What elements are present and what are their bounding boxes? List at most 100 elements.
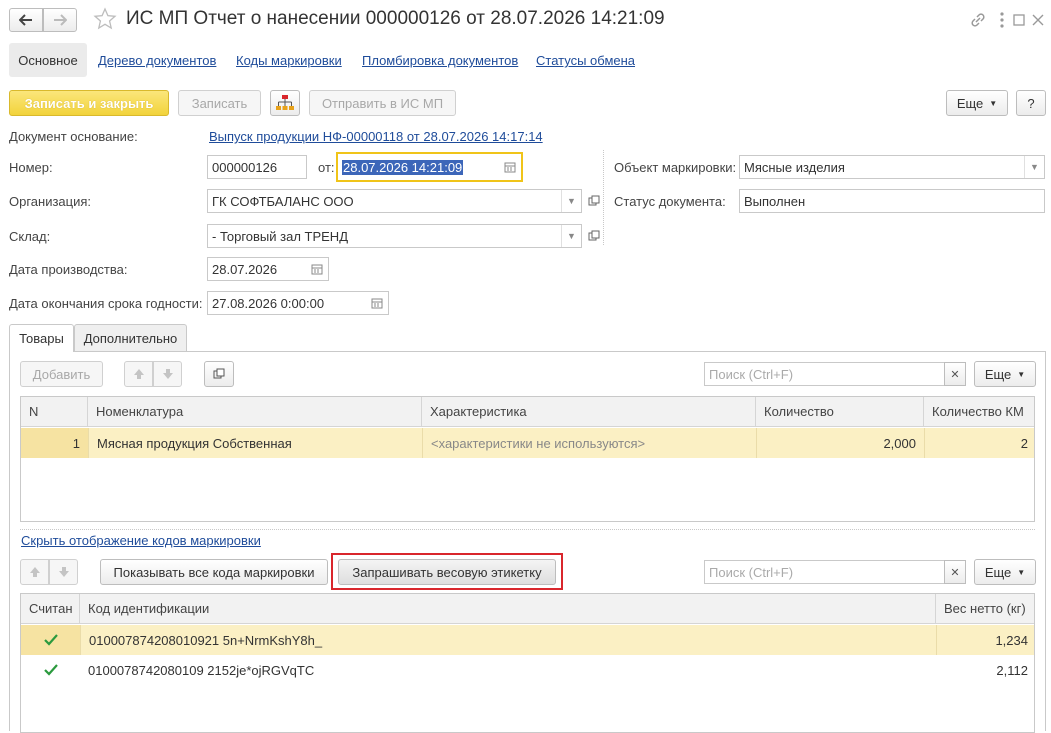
goods-table: N Номенклатура Характеристика Количество… xyxy=(20,396,1035,522)
add-button[interactable]: Добавить xyxy=(20,361,103,387)
col-quantity[interactable]: Количество xyxy=(756,397,924,426)
status-field: Выполнен xyxy=(739,189,1045,213)
codes-move-down-button[interactable] xyxy=(49,559,78,585)
forward-button[interactable] xyxy=(43,8,77,32)
prod-date-label: Дата производства: xyxy=(9,262,128,277)
warehouse-field[interactable]: - Торговый зал ТРЕНД ▼ xyxy=(207,224,582,248)
save-and-close-button[interactable]: Записать и закрыть xyxy=(9,90,169,116)
expiry-field[interactable]: 27.08.2026 0:00:00 xyxy=(207,291,389,315)
back-button[interactable] xyxy=(9,8,43,32)
help-button[interactable]: ? xyxy=(1016,90,1046,116)
show-all-codes-button[interactable]: Показывать все кода маркировки xyxy=(100,559,328,585)
chevron-down-icon: ▼ xyxy=(989,98,998,108)
chevron-down-icon: ▼ xyxy=(1017,369,1026,379)
warehouse-value: - Торговый зал ТРЕНД xyxy=(212,228,348,244)
link-icon[interactable] xyxy=(968,10,988,30)
table-row[interactable]: 1 Мясная продукция Собственная <характер… xyxy=(21,428,1034,458)
org-open-icon[interactable] xyxy=(584,189,604,213)
org-dropdown-icon[interactable]: ▼ xyxy=(561,190,581,212)
calendar-icon[interactable] xyxy=(366,292,388,314)
table-row[interactable]: 0100078742080109 2152je*ojRGVqTC 2,112 xyxy=(21,655,1034,685)
date-value: 28.07.2026 14:21:09 xyxy=(342,159,464,175)
close-icon[interactable] xyxy=(1030,10,1046,30)
codes-move-up-button[interactable] xyxy=(20,559,49,585)
codes-more-button[interactable]: Еще ▼ xyxy=(974,559,1036,585)
move-up-button[interactable] xyxy=(124,361,153,387)
row-quantity: 2,000 xyxy=(756,428,924,458)
tab-main-label: Основное xyxy=(18,52,78,68)
arrow-left-icon xyxy=(19,14,32,26)
row-item: Мясная продукция Собственная xyxy=(88,428,422,458)
copy-icon xyxy=(213,368,225,379)
row-identification-code: 010007874208010921 5n+NrmKshY8h_ xyxy=(80,625,936,655)
col-identification-code[interactable]: Код идентификации xyxy=(80,594,936,623)
warehouse-dropdown-icon[interactable]: ▼ xyxy=(561,225,581,247)
codes-search-input[interactable]: Поиск (Ctrl+F) xyxy=(704,560,945,584)
arrow-down-icon xyxy=(162,369,173,379)
object-label: Объект маркировки: xyxy=(614,160,737,175)
section-divider xyxy=(20,529,1035,530)
tab-extra[interactable]: Дополнительно xyxy=(74,324,187,351)
codes-more-label: Еще xyxy=(984,564,1012,580)
org-label: Организация: xyxy=(9,194,92,209)
structure-button[interactable] xyxy=(270,90,300,116)
org-value: ГК СОФТБАЛАНС ООО xyxy=(212,193,354,209)
expiry-value: 27.08.2026 0:00:00 xyxy=(212,295,325,311)
move-down-button[interactable] xyxy=(153,361,182,387)
tab-document-sealing[interactable]: Пломбировка документов xyxy=(362,53,518,68)
row-characteristic: <характеристики не используются> xyxy=(422,428,756,458)
arrow-down-icon xyxy=(58,567,69,577)
help-label: ? xyxy=(1027,95,1035,111)
scanned-check-icon xyxy=(21,655,80,685)
number-field[interactable]: 000000126 xyxy=(207,155,307,179)
goods-table-header: N Номенклатура Характеристика Количество… xyxy=(21,397,1034,427)
menu-dots-icon[interactable] xyxy=(994,10,1010,30)
maximize-icon[interactable] xyxy=(1011,10,1027,30)
col-characteristic[interactable]: Характеристика xyxy=(422,397,756,426)
col-quantity-km[interactable]: Количество КМ xyxy=(924,397,1034,426)
prod-date-field[interactable]: 28.07.2026 xyxy=(207,257,329,281)
save-and-close-label: Записать и закрыть xyxy=(24,95,154,111)
more-button[interactable]: Еще ▼ xyxy=(946,90,1008,116)
col-scanned[interactable]: Считан xyxy=(21,594,80,623)
basis-label: Документ основание: xyxy=(9,129,138,144)
object-field[interactable]: Мясные изделия ▼ xyxy=(739,155,1045,179)
tab-exchange-statuses[interactable]: Статусы обмена xyxy=(536,53,635,68)
prod-date-value: 28.07.2026 xyxy=(212,261,278,277)
tab-goods[interactable]: Товары xyxy=(9,324,74,352)
goods-more-button[interactable]: Еще ▼ xyxy=(974,361,1036,387)
calendar-icon[interactable] xyxy=(499,154,521,180)
tab-document-tree[interactable]: Дерево документов xyxy=(98,53,216,68)
codes-search-clear-button[interactable]: ✕ xyxy=(944,560,966,584)
tab-marking-codes[interactable]: Коды маркировки xyxy=(236,53,342,68)
calendar-icon[interactable] xyxy=(306,258,328,280)
codes-table: Считан Код идентификации Вес нетто (кг) … xyxy=(20,593,1035,733)
close-icon: ✕ xyxy=(950,566,960,579)
codes-table-header: Считан Код идентификации Вес нетто (кг) xyxy=(21,594,1034,624)
codes-search-placeholder: Поиск (Ctrl+F) xyxy=(709,564,794,580)
row-identification-code: 0100078742080109 2152je*ojRGVqTC xyxy=(88,662,315,678)
send-to-ismp-button[interactable]: Отправить в ИС МП xyxy=(309,90,456,116)
favorite-star-icon[interactable] xyxy=(93,7,117,31)
tab-main[interactable]: Основное xyxy=(9,43,87,77)
basis-link[interactable]: Выпуск продукции НФ-00000118 от 28.07.20… xyxy=(209,129,543,144)
row-quantity-km: 2 xyxy=(924,428,1034,458)
arrow-up-icon xyxy=(29,567,40,577)
table-row[interactable]: 010007874208010921 5n+NrmKshY8h_ 1,234 xyxy=(21,625,1034,655)
date-field[interactable]: 28.07.2026 14:21:09 xyxy=(336,152,523,182)
col-n[interactable]: N xyxy=(21,397,88,426)
request-weight-label-button[interactable]: Запрашивать весовую этикетку xyxy=(338,559,556,585)
row-net-weight: 2,112 xyxy=(996,662,1028,678)
goods-search-clear-button[interactable]: ✕ xyxy=(944,362,966,386)
col-item[interactable]: Номенклатура xyxy=(88,397,422,426)
save-button[interactable]: Записать xyxy=(178,90,261,116)
from-label: от: xyxy=(318,160,335,175)
object-dropdown-icon[interactable]: ▼ xyxy=(1024,156,1044,178)
hide-codes-link[interactable]: Скрыть отображение кодов маркировки xyxy=(21,533,261,548)
arrow-up-icon xyxy=(133,369,144,379)
copy-button[interactable] xyxy=(204,361,234,387)
org-field[interactable]: ГК СОФТБАЛАНС ООО ▼ xyxy=(207,189,582,213)
goods-search-input[interactable]: Поиск (Ctrl+F) xyxy=(704,362,945,386)
warehouse-open-icon[interactable] xyxy=(584,224,604,248)
col-net-weight[interactable]: Вес нетто (кг) xyxy=(936,594,1034,623)
